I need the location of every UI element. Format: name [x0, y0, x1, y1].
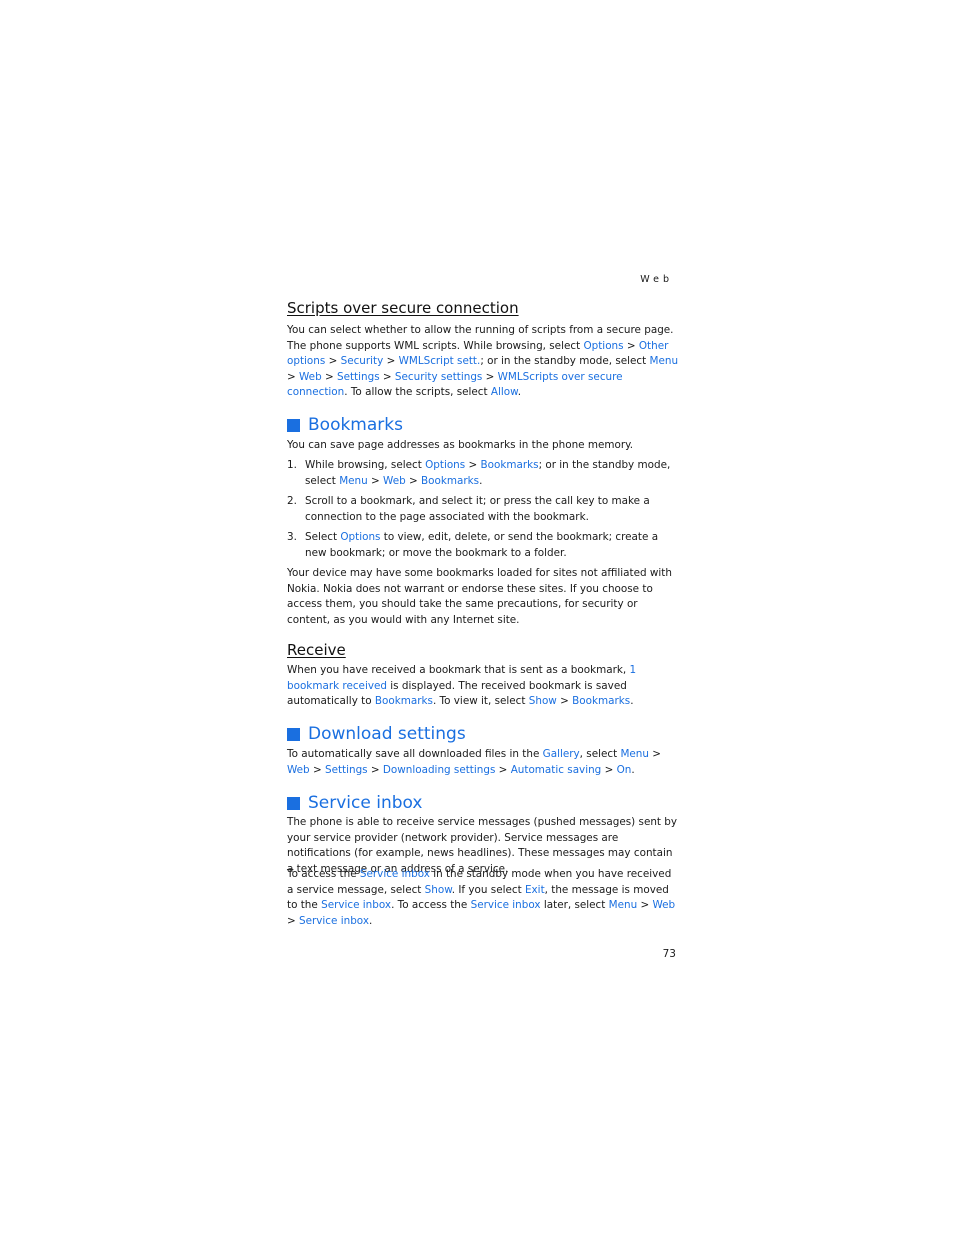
- service-inbox-link[interactable]: Service inbox: [321, 899, 391, 911]
- text: While browsing, select: [305, 459, 426, 471]
- downloading-settings-link[interactable]: Downloading settings: [383, 764, 495, 776]
- text: later, select: [540, 899, 609, 911]
- text: , select: [579, 748, 621, 760]
- step-number: 1.: [287, 459, 297, 471]
- web-link[interactable]: Web: [383, 475, 406, 487]
- bookmarks-heading: Bookmarks: [287, 415, 403, 435]
- bookmarks-link[interactable]: Bookmarks: [421, 475, 479, 487]
- bookmarks-link[interactable]: Bookmarks: [481, 459, 539, 471]
- web-link[interactable]: Web: [287, 764, 310, 776]
- separator: >: [482, 370, 498, 383]
- text: ; or in the standby mode, select: [480, 355, 650, 367]
- step-item: 2. Scroll to a bookmark, and select it; o…: [287, 494, 679, 525]
- separator: >: [321, 370, 337, 383]
- separator: >: [325, 355, 341, 367]
- bookmarks-intro: You can save page addresses as bookmarks…: [287, 439, 634, 451]
- menu-link[interactable]: Menu: [620, 748, 649, 760]
- download-paragraph: To automatically save all downloaded fil…: [287, 747, 679, 778]
- step-item: 1. While browsing, select Options > Bookm…: [287, 458, 679, 489]
- bookmarks-link[interactable]: Bookmarks: [572, 695, 630, 707]
- bookmarks-steps: 1. While browsing, select Options > Bookm…: [287, 458, 679, 566]
- separator: >: [623, 339, 639, 352]
- separator: >: [648, 748, 661, 760]
- automatic-saving-link[interactable]: Automatic saving: [511, 764, 602, 776]
- options-link[interactable]: Options: [425, 459, 465, 471]
- separator: >: [367, 763, 383, 776]
- text: .: [631, 763, 635, 776]
- square-bullet-icon: [287, 796, 300, 810]
- bookmarks-disclaimer: Your device may have some bookmarks load…: [287, 567, 672, 626]
- service-inbox-link[interactable]: Service inbox: [299, 915, 369, 927]
- service-inbox-heading: Service inbox: [287, 793, 422, 813]
- text: .: [630, 695, 634, 707]
- bookmarks-link[interactable]: Bookmarks: [375, 695, 433, 707]
- square-bullet-icon: [287, 727, 300, 741]
- show-link[interactable]: Show: [529, 695, 557, 707]
- security-link[interactable]: Security: [341, 355, 384, 367]
- text: . If you select: [451, 883, 525, 896]
- download-settings-heading: Download settings: [287, 724, 466, 744]
- heading-text: Service inbox: [308, 793, 423, 813]
- separator: >: [379, 370, 395, 383]
- show-link[interactable]: Show: [425, 884, 452, 896]
- text: .: [479, 474, 483, 487]
- receive-paragraph: When you have received a bookmark that i…: [287, 663, 679, 710]
- text: Select: [305, 530, 341, 543]
- running-head: Web: [640, 274, 673, 285]
- heading-text: Download settings: [308, 724, 466, 744]
- service-paragraph-2: To access the Service inbox in the stand…: [287, 867, 679, 929]
- step-item: 3. Select Options to view, edit, delete, …: [287, 530, 679, 561]
- text: . To view it, select: [432, 695, 529, 707]
- receive-heading: Receive: [287, 641, 346, 659]
- text: Scroll to a bookmark, and select it; or …: [305, 494, 650, 523]
- service-inbox-link[interactable]: Service inbox: [360, 868, 430, 880]
- on-link[interactable]: On: [617, 764, 632, 776]
- exit-link[interactable]: Exit: [525, 884, 545, 896]
- scripts-paragraph: You can select whether to allow the runn…: [287, 323, 679, 401]
- text: .: [517, 386, 522, 398]
- separator: >: [405, 474, 421, 487]
- step-number: 2.: [287, 494, 297, 507]
- web-link[interactable]: Web: [299, 371, 322, 383]
- text: . To allow the scripts, select: [344, 386, 491, 398]
- separator: >: [495, 763, 511, 776]
- gallery-link[interactable]: Gallery: [543, 748, 580, 760]
- separator: >: [367, 474, 384, 487]
- security-settings-link[interactable]: Security settings: [395, 371, 482, 383]
- settings-link[interactable]: Settings: [325, 764, 368, 776]
- separator: >: [383, 355, 399, 367]
- settings-link[interactable]: Settings: [337, 371, 380, 383]
- separator: >: [287, 370, 300, 383]
- separator: >: [309, 763, 325, 776]
- page-number: 73: [662, 948, 676, 960]
- menu-link[interactable]: Menu: [650, 355, 679, 367]
- wmlscript-sett-link[interactable]: WMLScript sett.: [399, 355, 481, 367]
- separator: >: [637, 899, 653, 911]
- options-link[interactable]: Options: [583, 340, 623, 352]
- step-number: 3.: [287, 530, 297, 543]
- options-link[interactable]: Options: [340, 531, 380, 543]
- text: .: [368, 914, 373, 927]
- separator: >: [287, 914, 300, 927]
- text: To access the: [287, 868, 360, 880]
- service-inbox-link[interactable]: Service inbox: [471, 899, 541, 911]
- text: . To access the: [391, 899, 471, 911]
- text: When you have received a bookmark that i…: [287, 664, 630, 676]
- menu-link[interactable]: Menu: [609, 899, 638, 911]
- menu-link[interactable]: Menu: [339, 475, 368, 487]
- web-link[interactable]: Web: [652, 899, 675, 911]
- heading-text: Bookmarks: [308, 415, 403, 435]
- allow-link[interactable]: Allow: [491, 386, 518, 398]
- square-bullet-icon: [287, 418, 300, 432]
- text: To automatically save all downloaded fil…: [287, 748, 543, 760]
- separator: >: [465, 459, 481, 471]
- separator: >: [601, 763, 617, 776]
- scripts-heading: Scripts over secure connection: [287, 299, 519, 317]
- separator: >: [556, 695, 573, 707]
